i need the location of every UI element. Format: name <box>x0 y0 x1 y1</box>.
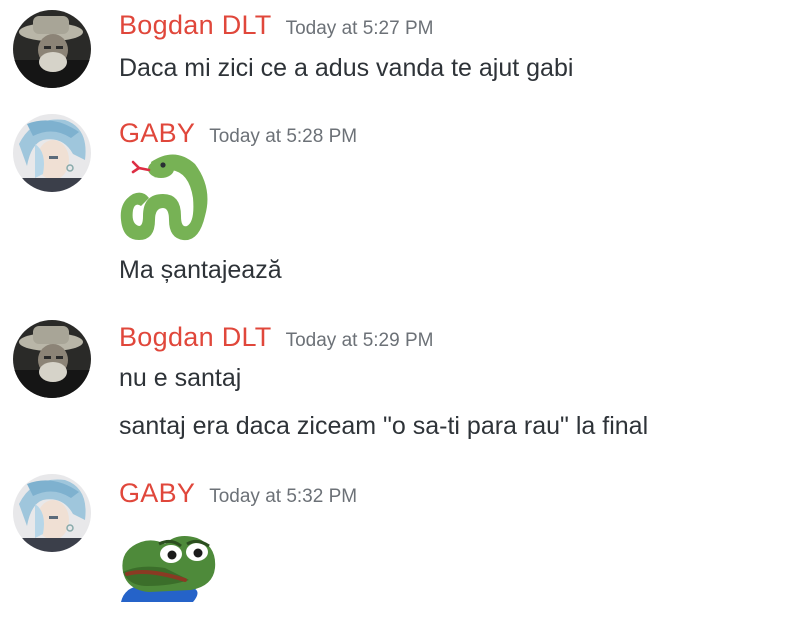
message-text: nu e santaj <box>119 364 242 392</box>
avatar-bogdan[interactable] <box>13 320 91 398</box>
username[interactable]: Bogdan DLT <box>119 10 272 40</box>
avatar-bogdan[interactable] <box>13 10 91 88</box>
bearded-man-hat-avatar-icon <box>13 320 91 398</box>
sad-pepe-emoji-icon <box>121 536 216 602</box>
message-text: Daca mi zici ce a adus vanda te ajut gab… <box>119 54 574 82</box>
message-text: Ma șantajează <box>119 256 282 284</box>
username[interactable]: GABY <box>119 478 195 508</box>
message-header: Bogdan DLT Today at 5:27 PM <box>119 10 433 41</box>
message-header: GABY Today at 5:28 PM <box>119 118 357 149</box>
timestamp[interactable]: Today at 5:29 PM <box>286 330 434 351</box>
silver-hair-anime-avatar-icon <box>13 474 91 552</box>
snake-emoji-icon <box>120 154 208 241</box>
avatar-gaby[interactable] <box>13 474 91 552</box>
timestamp[interactable]: Today at 5:27 PM <box>286 18 434 39</box>
snake-emoji <box>119 150 213 244</box>
bearded-man-hat-avatar-icon <box>13 10 91 88</box>
message-text: santaj era daca ziceam "o sa-ti para rau… <box>119 412 649 440</box>
message-header: Bogdan DLT Today at 5:29 PM <box>119 322 433 353</box>
sad-pepe-emoji <box>119 528 219 604</box>
message-header: GABY Today at 5:32 PM <box>119 478 357 509</box>
avatar-gaby[interactable] <box>13 114 91 192</box>
username[interactable]: GABY <box>119 118 195 148</box>
silver-hair-anime-avatar-icon <box>13 114 91 192</box>
username[interactable]: Bogdan DLT <box>119 322 272 352</box>
timestamp[interactable]: Today at 5:32 PM <box>209 486 357 507</box>
timestamp[interactable]: Today at 5:28 PM <box>209 126 357 147</box>
